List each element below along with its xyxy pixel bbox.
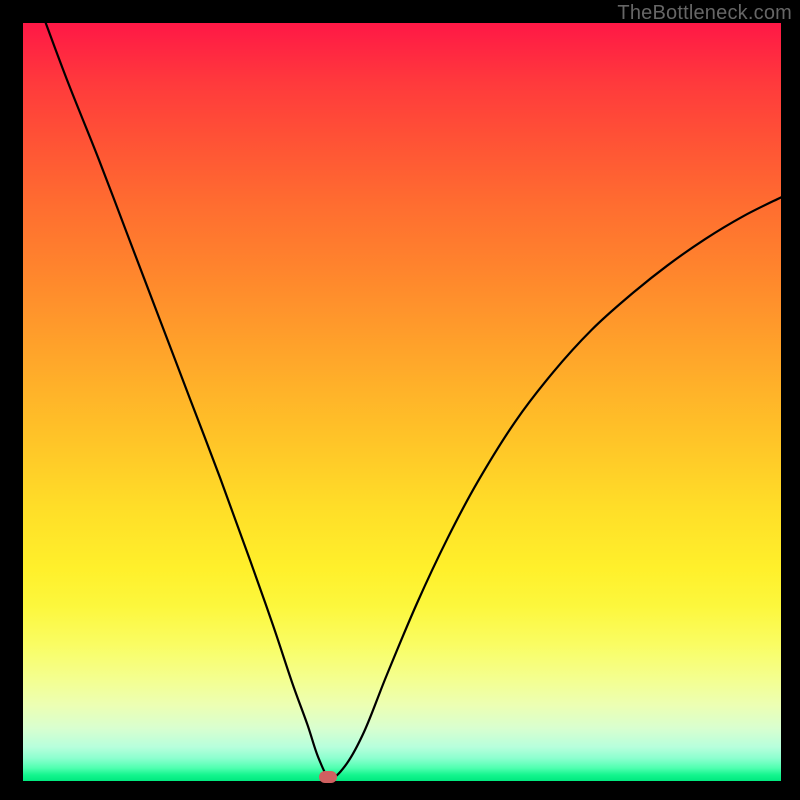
- optimum-marker: [319, 771, 337, 783]
- watermark-text: TheBottleneck.com: [617, 2, 792, 25]
- chart-plot-area: [23, 23, 781, 781]
- bottleneck-curve: [23, 23, 781, 781]
